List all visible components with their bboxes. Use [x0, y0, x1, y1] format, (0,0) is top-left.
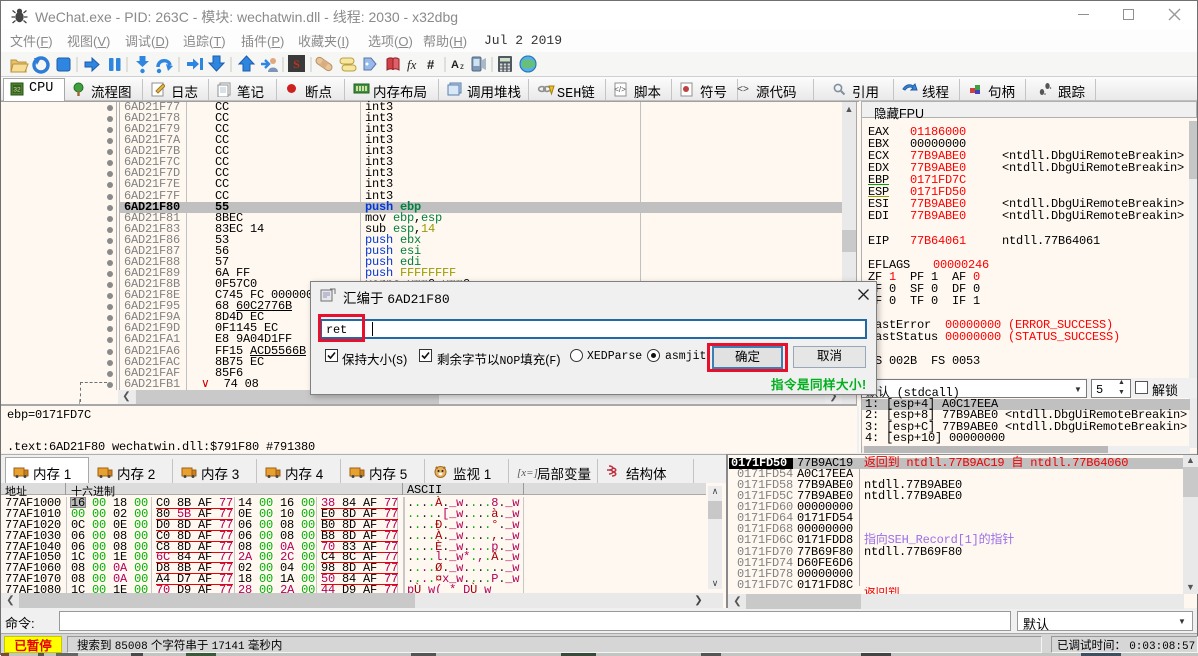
svg-text:</>: </>: [614, 85, 626, 94]
svg-text:#: #: [427, 57, 435, 72]
svg-text:S: S: [293, 57, 300, 71]
svg-text:32: 32: [13, 87, 21, 94]
svg-text:z: z: [460, 62, 464, 71]
svg-text:A: A: [451, 59, 459, 71]
svg-text:<>: <>: [737, 84, 749, 95]
svg-text:fx: fx: [407, 57, 417, 72]
svg-text:[x=]: [x=]: [517, 467, 538, 478]
